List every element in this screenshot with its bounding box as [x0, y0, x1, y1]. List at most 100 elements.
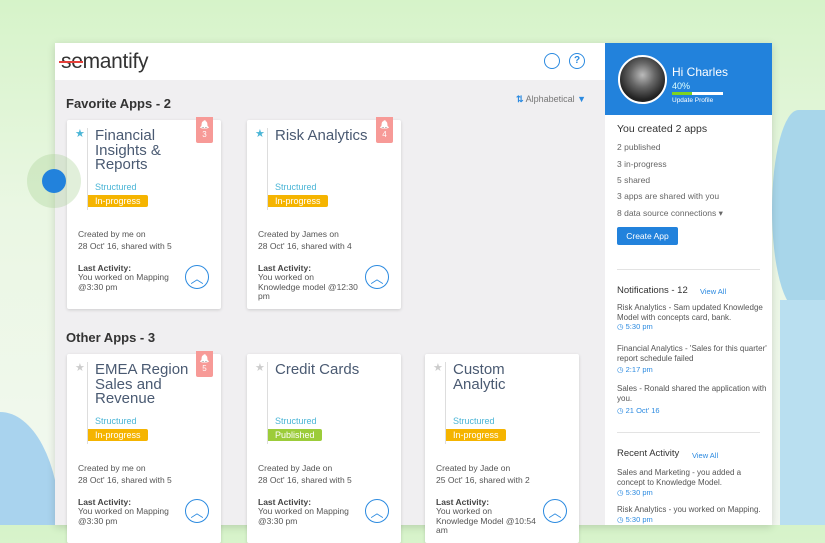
- star-filled-icon[interactable]: ★: [255, 127, 265, 140]
- sort-icon: ⇅: [516, 94, 524, 104]
- notification-time: ◷ 2:17 pm: [617, 365, 653, 374]
- created-by: Created by Jade on: [436, 463, 511, 473]
- app-title[interactable]: Credit Cards: [275, 362, 375, 378]
- activity-time: ◷ 5:30 pm: [617, 515, 653, 524]
- created-info: Created by me on 28 Oct' 16, shared with …: [78, 462, 172, 486]
- divider: [617, 432, 760, 433]
- expand-up-button[interactable]: ︿: [543, 499, 567, 523]
- cursor-dot: [42, 169, 66, 193]
- activity-text[interactable]: Sales and Marketing - you added a concep…: [617, 468, 767, 488]
- status-badge: In-progress: [88, 429, 148, 441]
- created-date: 28 Oct' 16, shared with 5: [78, 475, 172, 485]
- last-activity-text: You worked on Mapping @3:30 pm: [78, 506, 169, 526]
- expand-up-button[interactable]: ︿: [365, 265, 389, 289]
- app-card[interactable]: ★ Financial Insights & Reports Structured I…: [67, 117, 221, 309]
- background-blob: [772, 110, 825, 310]
- app-type: Structured: [95, 182, 137, 192]
- created-by: Created by James on: [258, 229, 339, 239]
- created-date: 28 Oct' 16, shared with 5: [258, 475, 352, 485]
- status-badge: In-progress: [268, 195, 328, 207]
- notification-time: ◷ 5:30 pm: [617, 322, 653, 331]
- last-activity-text: You worked on Mapping @3:30 pm: [78, 272, 169, 292]
- notification-bell-badge[interactable]: 🔔 5: [196, 351, 213, 377]
- status-badge: Published: [268, 429, 322, 441]
- clock-icon: ◷: [617, 515, 624, 524]
- last-activity-text: You worked on Mapping @3:30 pm: [258, 506, 349, 526]
- background-blob: [0, 412, 60, 525]
- time-label: 21 Oct' 16: [625, 406, 660, 415]
- help-icon[interactable]: ?: [569, 53, 585, 69]
- favorites-title: Favorite Apps - 2: [66, 96, 171, 111]
- logo-prefix: se: [61, 50, 83, 73]
- app-title[interactable]: Financial Insights & Reports: [95, 128, 195, 173]
- other-apps-title: Other Apps - 3: [66, 330, 156, 345]
- notification-time: ◷ 21 Oct' 16: [617, 406, 660, 415]
- time-label: 5:30 pm: [625, 515, 653, 524]
- clock-icon: ◷: [617, 406, 624, 415]
- logo-suffix: mantify: [82, 50, 149, 73]
- expand-up-button[interactable]: ︿: [185, 499, 209, 523]
- profile-progress-fill: [672, 92, 693, 95]
- notification-text[interactable]: Financial Analytics - 'Sales for this qu…: [617, 344, 767, 364]
- activity-time: ◷ 5:30 pm: [617, 488, 653, 497]
- created-date: 25 Oct' 16, shared with 2: [436, 475, 530, 485]
- apps-created-title: You created 2 apps: [617, 123, 708, 135]
- created-info: Created by Jade on 28 Oct' 16, shared wit…: [258, 462, 352, 486]
- data-source-connections-dropdown[interactable]: 8 data source connections ▾: [617, 208, 723, 219]
- time-label: 5:30 pm: [625, 322, 653, 331]
- star-filled-icon[interactable]: ★: [75, 127, 85, 140]
- created-by: Created by me on: [78, 229, 146, 239]
- app-title[interactable]: Custom Analytic: [453, 362, 553, 392]
- notification-bell-badge[interactable]: 🔔 3: [196, 117, 213, 143]
- app-card[interactable]: ★ Custom Analytic Structured In-progress Cre…: [425, 354, 579, 543]
- greeting: Hi Charles: [672, 65, 729, 79]
- star-outline-icon[interactable]: ★: [433, 361, 443, 374]
- notification-bell-badge[interactable]: 🔔 4: [376, 117, 393, 143]
- app-type: Structured: [275, 416, 317, 426]
- stat-published: 2 published: [617, 142, 661, 152]
- clock-icon: ◷: [617, 365, 624, 374]
- app-card[interactable]: ★ Credit Cards Structured Published Created …: [247, 354, 401, 543]
- right-panel: Hi Charles 40% Update Profile You create…: [605, 43, 772, 525]
- created-info: Created by me on 28 Oct' 16, shared with …: [78, 228, 172, 252]
- sort-label: Alphabetical: [525, 94, 575, 104]
- avatar[interactable]: [618, 55, 667, 104]
- app-title[interactable]: EMEA Region Sales and Revenue: [95, 362, 195, 407]
- expand-up-button[interactable]: ︿: [365, 499, 389, 523]
- app-title[interactable]: Risk Analytics: [275, 128, 375, 144]
- bell-icon: 🔔: [199, 354, 210, 363]
- profile-progress-bar: [672, 92, 723, 95]
- recent-activity-title: Recent Activity: [617, 448, 680, 459]
- stat-shared: 5 shared: [617, 175, 651, 185]
- status-badge: In-progress: [88, 195, 148, 207]
- stat-in-progress: 3 in-progress: [617, 159, 667, 169]
- bell-count: 4: [382, 130, 387, 139]
- clock-icon: ◷: [617, 488, 624, 497]
- app-card[interactable]: ★ EMEA Region Sales and Revenue Structured…: [67, 351, 221, 543]
- notifications-title: Notifications - 12: [617, 285, 688, 296]
- expand-up-button[interactable]: ︿: [185, 265, 209, 289]
- notifications-view-all-link[interactable]: View All: [700, 287, 726, 296]
- created-by: Created by me on: [78, 463, 146, 473]
- created-date: 28 Oct' 16, shared with 4: [258, 241, 352, 251]
- time-label: 5:30 pm: [625, 488, 653, 497]
- activity-view-all-link[interactable]: View All: [692, 451, 718, 460]
- app-card[interactable]: ★ Risk Analytics Structured In-progress Crea…: [247, 117, 401, 309]
- time-label: 2:17 pm: [625, 365, 653, 374]
- activity-text[interactable]: Risk Analytics - you worked on Mapping.: [617, 505, 767, 515]
- profile-header: Hi Charles 40% Update Profile: [605, 43, 772, 115]
- clock-icon: ◷: [617, 322, 624, 331]
- notification-text[interactable]: Sales - Ronald shared the application wi…: [617, 384, 767, 404]
- create-app-button[interactable]: Create App: [617, 227, 678, 245]
- star-outline-icon[interactable]: ★: [75, 361, 85, 374]
- bell-count: 5: [202, 364, 207, 373]
- logo[interactable]: semantify: [61, 50, 148, 74]
- notification-text[interactable]: Risk Analytics - Sam updated Knowledge M…: [617, 303, 767, 323]
- star-outline-icon[interactable]: ★: [255, 361, 265, 374]
- sort-dropdown[interactable]: ⇅ Alphabetical ▼: [516, 94, 586, 105]
- search-icon[interactable]: [544, 53, 560, 69]
- app-type: Structured: [275, 182, 317, 192]
- top-header: semantify ?: [55, 43, 605, 80]
- profile-progress-label: 40%: [672, 81, 691, 91]
- update-profile-link[interactable]: Update Profile: [672, 97, 713, 104]
